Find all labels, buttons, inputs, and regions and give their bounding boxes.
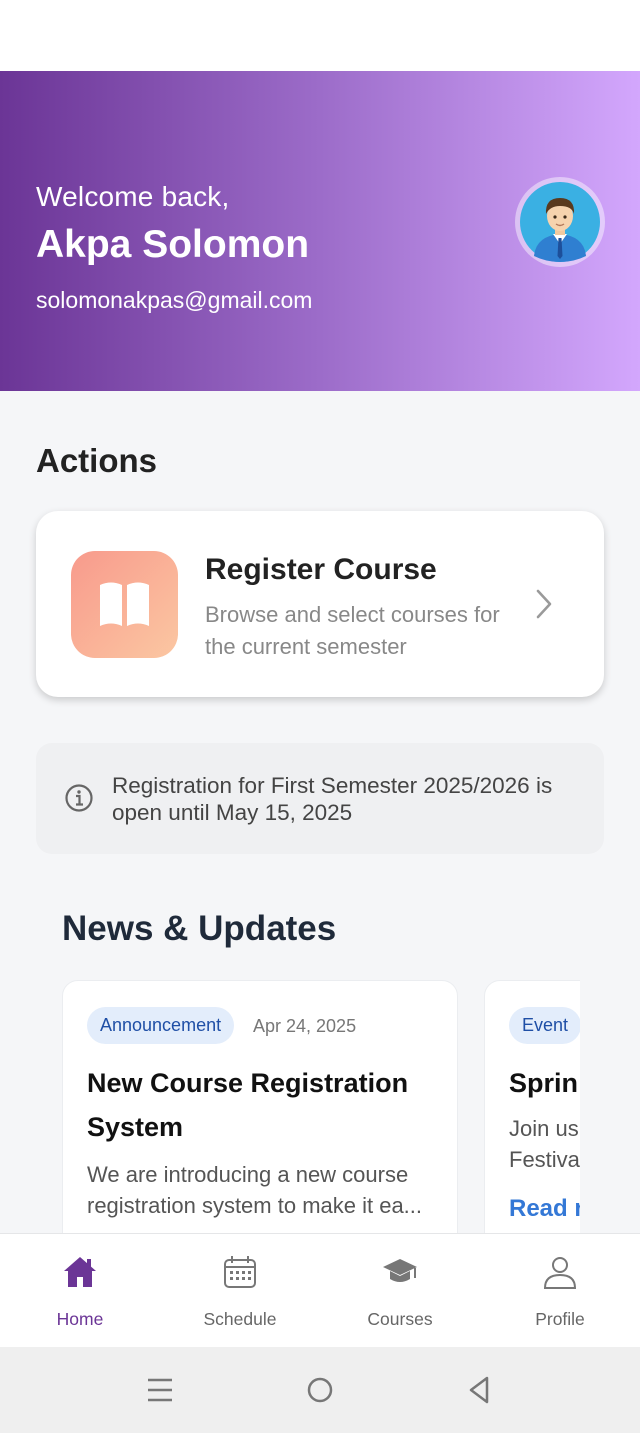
chevron-right-icon — [536, 589, 552, 619]
registration-notice: Registration for First Semester 2025/202… — [36, 743, 604, 854]
bottom-navigation: Home Schedule Courses Profile — [0, 1233, 640, 1347]
news-headline: Sprin — [509, 1068, 579, 1098]
register-course-description: Browse and select courses for the curren… — [205, 602, 500, 659]
back-icon[interactable] — [467, 1375, 491, 1405]
news-section-title: News & Updates — [62, 909, 337, 948]
read-more-link[interactable]: Read r — [509, 1195, 580, 1223]
open-book-icon — [71, 551, 178, 658]
home-circle-icon[interactable] — [306, 1375, 334, 1405]
register-course-title: Register Course — [205, 553, 437, 586]
nav-item-profile[interactable]: Profile — [480, 1234, 640, 1348]
person-icon — [543, 1257, 577, 1289]
news-card[interactable]: Announcement Apr 24, 2025 New Course Reg… — [62, 980, 458, 1233]
registration-notice-text: Registration for First Semester 2025/202… — [112, 773, 553, 825]
welcome-header: Welcome back, Akpa Solomon solomonakpas@… — [0, 71, 640, 391]
nav-label-courses: Courses — [367, 1309, 433, 1329]
news-carousel[interactable]: Announcement Apr 24, 2025 New Course Reg… — [62, 980, 580, 1233]
menu-icon[interactable] — [147, 1375, 173, 1405]
home-icon — [64, 1257, 96, 1287]
nav-label-schedule: Schedule — [203, 1309, 277, 1329]
news-card[interactable]: Event Sprin Join us Festiva Read r — [484, 980, 580, 1233]
nav-item-courses[interactable]: Courses — [320, 1234, 480, 1348]
news-headline: New Course Registration System — [87, 1068, 409, 1142]
graduation-cap-icon — [383, 1259, 417, 1282]
status-bar-area — [0, 0, 640, 71]
nav-item-home[interactable]: Home — [0, 1234, 160, 1348]
info-icon — [65, 784, 93, 812]
nav-item-schedule[interactable]: Schedule — [160, 1234, 320, 1348]
nav-label-home: Home — [56, 1309, 104, 1329]
news-category-badge: Announcement — [87, 1007, 235, 1044]
actions-section-title: Actions — [36, 442, 158, 479]
nav-label-profile: Profile — [535, 1309, 585, 1329]
system-navigation-bar — [0, 1347, 640, 1433]
news-excerpt: We are introducing a new course registra… — [87, 1162, 423, 1218]
user-avatar-icon[interactable] — [515, 177, 605, 267]
news-excerpt: Join us Festiva — [509, 1116, 580, 1172]
news-category-badge: Event — [509, 1007, 580, 1044]
user-email: solomonakpas@gmail.com — [36, 287, 313, 313]
welcome-greeting: Welcome back, — [36, 181, 230, 212]
calendar-icon — [224, 1256, 256, 1288]
news-date: Apr 24, 2025 — [253, 1016, 357, 1036]
register-course-card[interactable]: Register Course Browse and select course… — [36, 511, 604, 697]
user-name: Akpa Solomon — [36, 223, 310, 266]
